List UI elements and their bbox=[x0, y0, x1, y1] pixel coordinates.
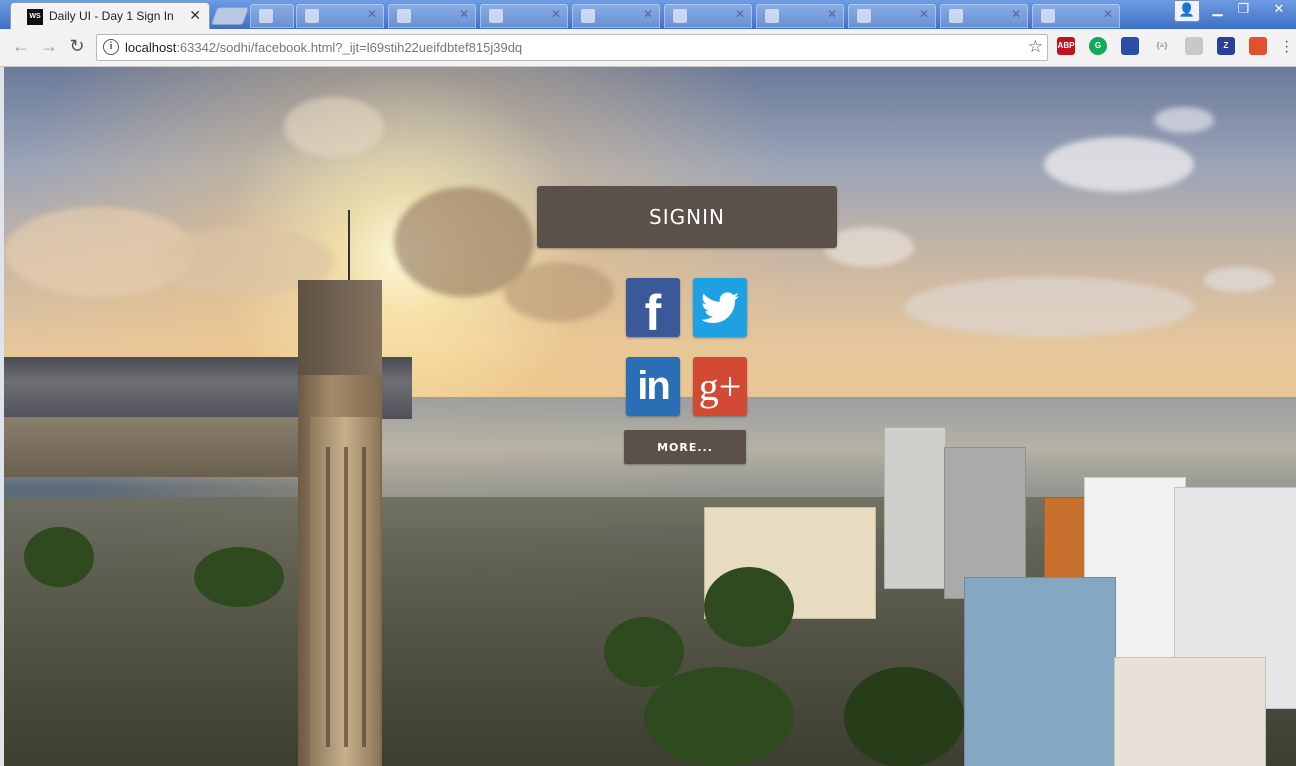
forward-arrow-icon[interactable]: → bbox=[38, 35, 60, 57]
building bbox=[964, 577, 1116, 766]
tab-title: Daily UI - Day 1 Sign In bbox=[49, 9, 174, 23]
cloud bbox=[1204, 267, 1274, 292]
browser-toolbar: ← → ↻ i localhost:63342/sodhi/facebook.h… bbox=[0, 29, 1296, 67]
bookmark-ext-icon[interactable] bbox=[1121, 37, 1139, 55]
profile-icon[interactable]: 👤 bbox=[1174, 0, 1200, 22]
background-tab[interactable]: ✕ bbox=[572, 4, 660, 28]
tab-close-icon[interactable]: ✕ bbox=[1103, 7, 1113, 21]
url-path: :63342/sodhi/facebook.html?_ijt=l69stih2… bbox=[176, 40, 523, 55]
building bbox=[1114, 657, 1266, 766]
cloud bbox=[504, 262, 614, 322]
background-tab[interactable] bbox=[250, 4, 294, 28]
window-close-icon[interactable]: ✕ bbox=[1262, 0, 1296, 20]
building bbox=[884, 427, 946, 589]
background-tab[interactable]: ✕ bbox=[388, 4, 476, 28]
tab-close-icon[interactable]: ✕ bbox=[367, 7, 377, 21]
cloud bbox=[284, 97, 384, 157]
cloud bbox=[904, 277, 1194, 337]
tab-close-icon[interactable]: ✕ bbox=[459, 7, 469, 21]
background-tab[interactable]: ✕ bbox=[480, 4, 568, 28]
url-text[interactable]: localhost:63342/sodhi/facebook.html?_ijt… bbox=[125, 40, 522, 55]
tab-close-icon[interactable]: ✕ bbox=[189, 7, 201, 24]
grammarly-icon[interactable]: G bbox=[1089, 37, 1107, 55]
tab-close-icon[interactable]: ✕ bbox=[735, 7, 745, 21]
back-arrow-icon[interactable]: ← bbox=[10, 35, 32, 57]
elevator-deck-structure bbox=[4, 417, 334, 477]
cloud bbox=[824, 227, 914, 267]
background-tab[interactable]: ✕ bbox=[848, 4, 936, 28]
menu-dots-icon[interactable]: · · · bbox=[1284, 34, 1289, 60]
more-button[interactable]: MORE... bbox=[624, 430, 746, 464]
json-ext-icon[interactable]: {≡} bbox=[1153, 37, 1171, 55]
cloud bbox=[1154, 107, 1214, 133]
tab-favicon-icon bbox=[949, 9, 963, 23]
tree bbox=[844, 667, 964, 766]
google-plus-button[interactable]: g+ bbox=[693, 357, 747, 416]
new-tab-button[interactable] bbox=[210, 7, 250, 25]
background-tab[interactable]: ✕ bbox=[664, 4, 752, 28]
background-tab[interactable]: ✕ bbox=[940, 4, 1028, 28]
tab-favicon-icon bbox=[857, 9, 871, 23]
tab-favicon-icon bbox=[489, 9, 503, 23]
tree bbox=[704, 567, 794, 647]
shaft-stripe bbox=[362, 447, 366, 747]
tree bbox=[644, 667, 794, 766]
facebook-button[interactable]: f bbox=[626, 278, 680, 341]
linkedin-icon: in bbox=[637, 364, 671, 408]
tree bbox=[604, 617, 684, 687]
tab-favicon-icon bbox=[673, 9, 687, 23]
tab-favicon-icon bbox=[305, 9, 319, 23]
tab-close-icon[interactable]: ✕ bbox=[643, 7, 653, 21]
address-bar[interactable]: i localhost:63342/sodhi/facebook.html?_i… bbox=[96, 34, 1048, 61]
tab-favicon-icon bbox=[1041, 9, 1055, 23]
minimize-icon[interactable]: ▁ bbox=[1204, 0, 1231, 20]
webstorm-favicon-icon: WS bbox=[27, 9, 43, 25]
bookmark-star-icon[interactable]: ☆ bbox=[1028, 37, 1043, 57]
tab-favicon-icon bbox=[259, 9, 273, 23]
page-viewport: SIGNIN f in g+ MORE... bbox=[4, 67, 1296, 766]
adblock-icon[interactable]: ABP bbox=[1057, 37, 1075, 55]
tab-close-icon[interactable]: ✕ bbox=[1011, 7, 1021, 21]
google-plus-icon: g+ bbox=[698, 364, 742, 409]
tab-favicon-icon bbox=[397, 9, 411, 23]
background-tab[interactable]: ✕ bbox=[296, 4, 384, 28]
info-icon[interactable]: i bbox=[103, 39, 119, 55]
background-tab[interactable]: ✕ bbox=[1032, 4, 1120, 28]
puzzle-ext-icon[interactable] bbox=[1249, 37, 1267, 55]
shaft-stripe bbox=[326, 447, 330, 747]
facebook-icon: f bbox=[644, 284, 662, 341]
tree bbox=[24, 527, 94, 587]
tab-favicon-icon bbox=[765, 9, 779, 23]
reload-icon[interactable]: ↻ bbox=[66, 35, 88, 57]
tab-favicon-icon bbox=[581, 9, 595, 23]
background-tab[interactable]: ✕ bbox=[756, 4, 844, 28]
shaft-stripe bbox=[344, 447, 348, 747]
tab-close-icon[interactable]: ✕ bbox=[919, 7, 929, 21]
linkedin-button[interactable]: in bbox=[626, 357, 680, 416]
cloud bbox=[1044, 137, 1194, 192]
twitter-bird-icon bbox=[701, 291, 739, 323]
twitter-button[interactable] bbox=[693, 278, 747, 337]
url-host: localhost bbox=[125, 40, 177, 55]
tab-active[interactable]: WS Daily UI - Day 1 Sign In ✕ bbox=[10, 2, 210, 30]
signin-button[interactable]: SIGNIN bbox=[537, 186, 837, 248]
tab-close-icon[interactable]: ✕ bbox=[551, 7, 561, 21]
tree bbox=[194, 547, 284, 607]
antenna bbox=[348, 210, 350, 280]
restore-icon[interactable]: ❐ bbox=[1230, 0, 1257, 20]
tab-close-icon[interactable]: ✕ bbox=[827, 7, 837, 21]
zotero-icon[interactable]: Z bbox=[1217, 37, 1235, 55]
feather-ext-icon[interactable] bbox=[1185, 37, 1203, 55]
elevator-tower-top bbox=[298, 280, 382, 375]
tab-strip: WS Daily UI - Day 1 Sign In ✕ ✕ ✕ ✕ ✕ ✕ … bbox=[0, 0, 1296, 30]
